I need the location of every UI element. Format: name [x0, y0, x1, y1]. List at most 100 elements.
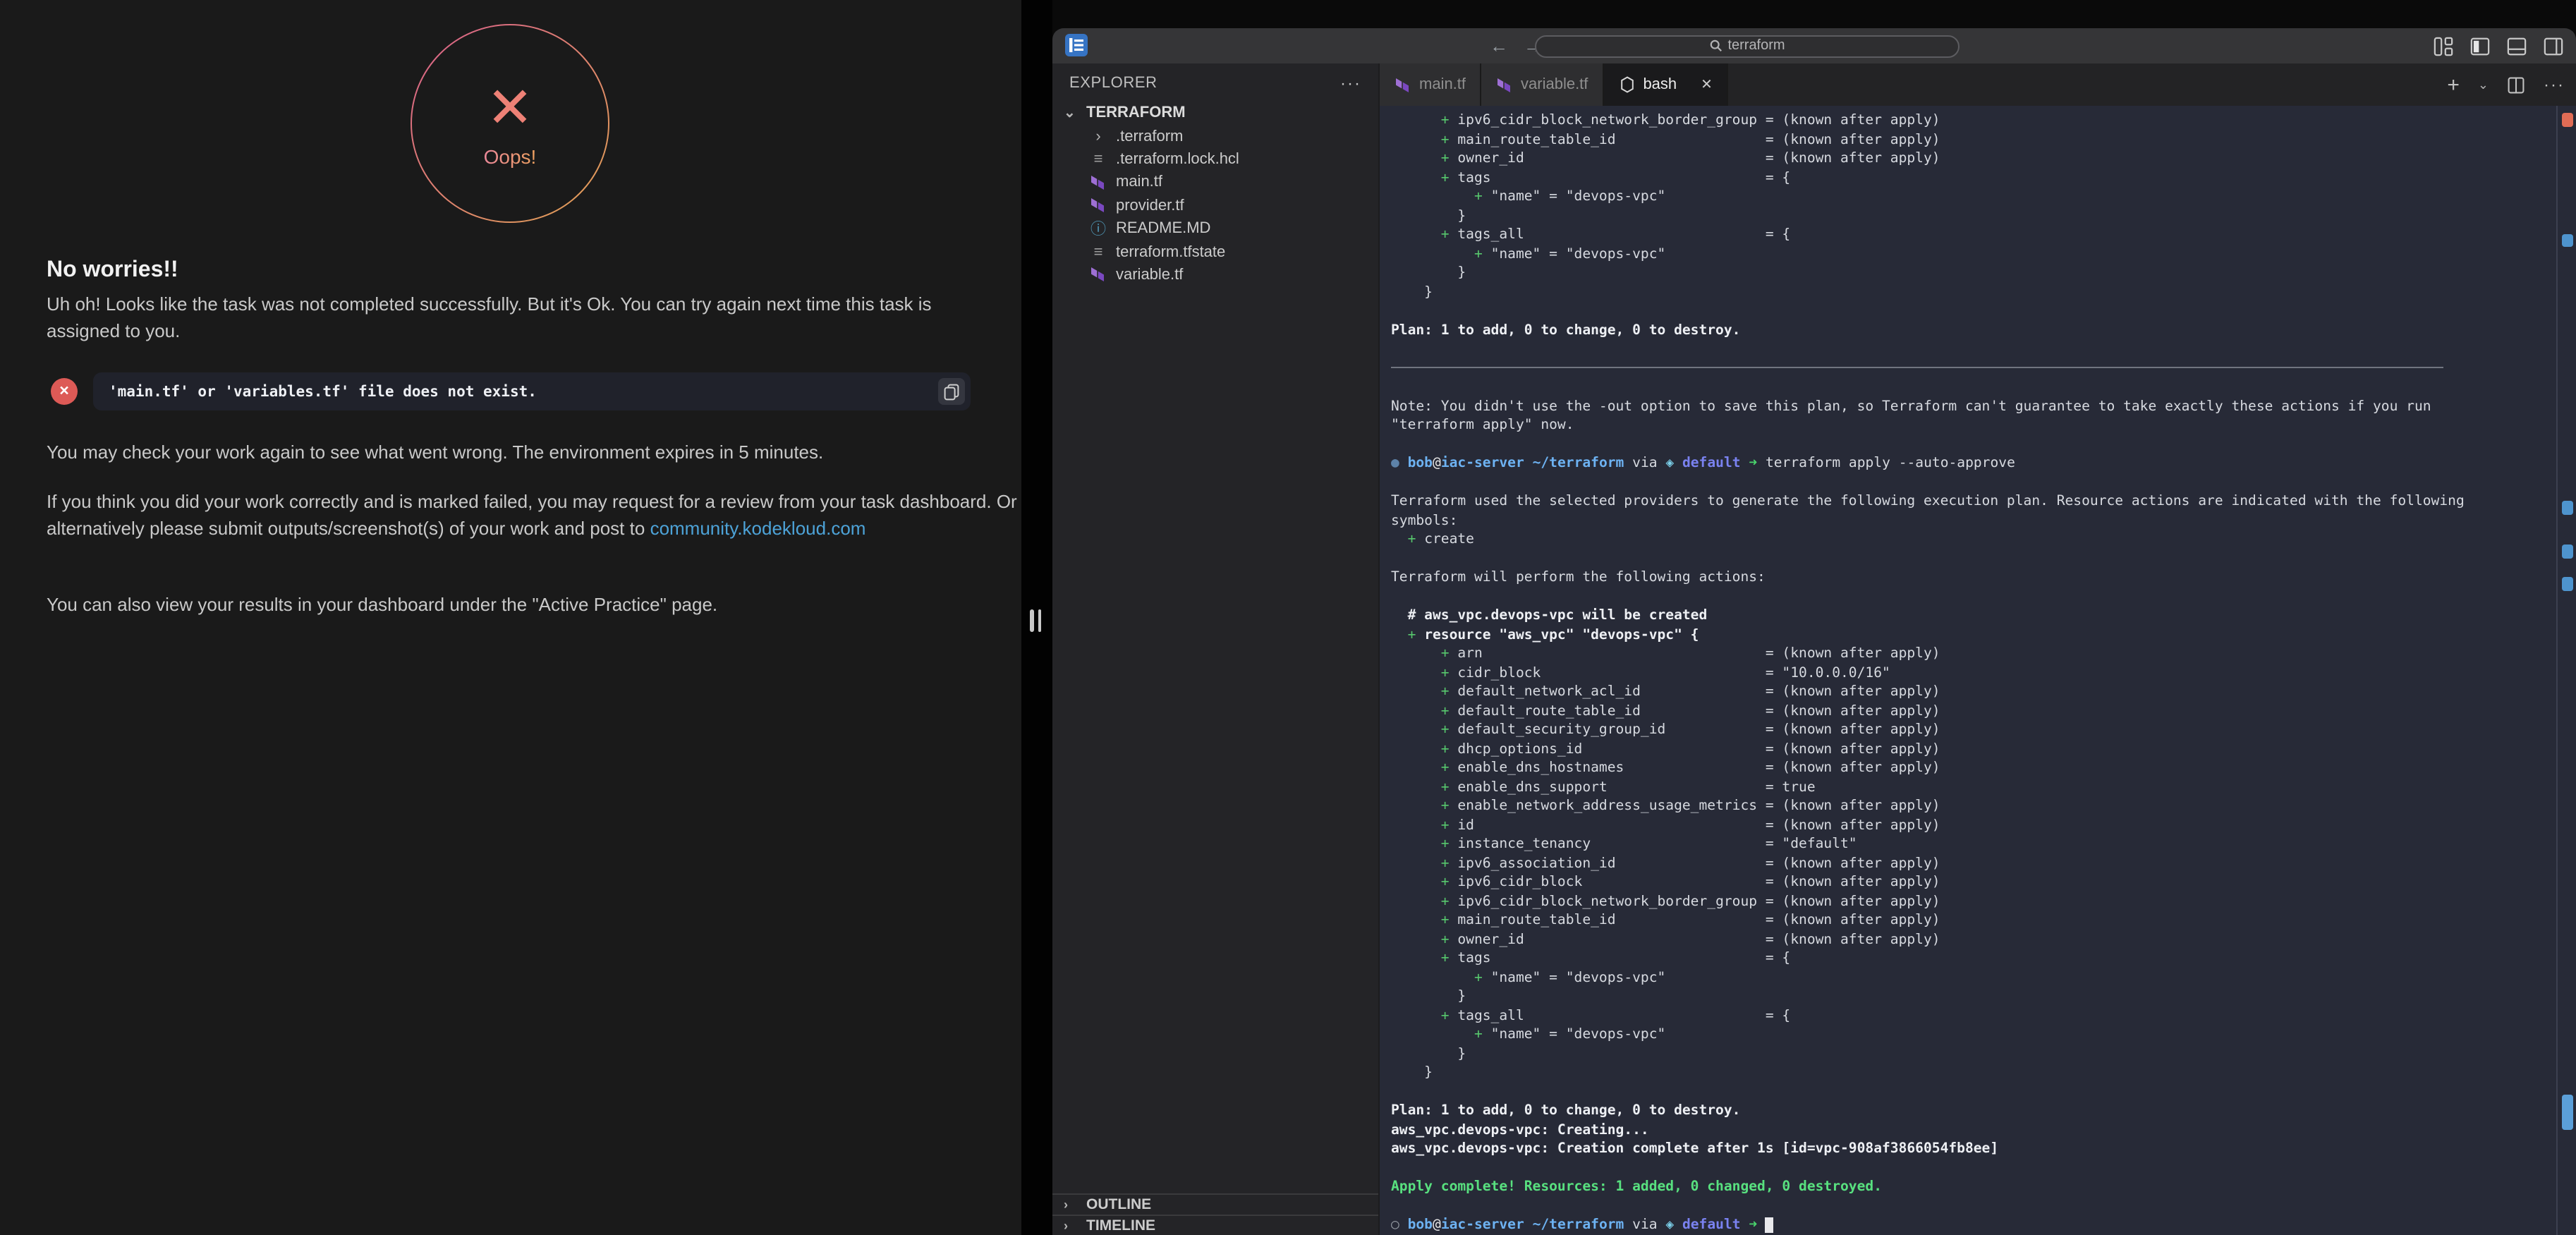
results-text: You can also view your results in your d…: [47, 591, 1020, 618]
terminal-panel[interactable]: + ipv6_cidr_block_network_border_group =…: [1380, 106, 2576, 1235]
explorer-more-icon[interactable]: ···: [1340, 73, 1361, 92]
scrollbar-mark: [2562, 577, 2573, 591]
terminal-line: }: [1391, 987, 2551, 1006]
toggle-panel-bottom-icon[interactable]: [2507, 36, 2527, 56]
search-value: terraform: [1727, 38, 1785, 54]
file-icon: ≡: [1089, 151, 1107, 168]
toggle-sidebar-left-icon[interactable]: [2470, 36, 2490, 56]
terraform-file-icon: [1089, 174, 1107, 192]
terminal-line: aws_vpc.devops-vpc: Creating...: [1391, 1121, 2551, 1140]
terminal-line: + "name" = "devops-vpc": [1391, 245, 2551, 264]
more-actions-icon[interactable]: ···: [2544, 75, 2565, 95]
explorer-item-.terraform.lock.hcl[interactable]: ≡ .terraform.lock.hcl: [1052, 148, 1378, 171]
terminal-line: [1391, 549, 2551, 568]
terminal-line: symbols:: [1391, 511, 2551, 530]
scrollbar-mark: [2562, 113, 2573, 127]
tab-label: main.tf: [1419, 76, 1466, 93]
explorer-item-README.MD[interactable]: ⓘREADME.MD: [1052, 217, 1378, 241]
file-label: provider.tf: [1116, 197, 1184, 214]
terminal-line: + owner_id = (known after apply): [1391, 150, 2551, 169]
terminal-line: [1391, 340, 2551, 359]
terminal-line: + arn = (known after apply): [1391, 645, 2551, 664]
terminal-line: + main_route_table_id = (known after app…: [1391, 911, 2551, 930]
terminal-line: [1391, 1159, 2551, 1178]
tab-bash[interactable]: bash ✕: [1603, 63, 1728, 106]
back-icon[interactable]: ←: [1490, 35, 1508, 56]
page-title: No worries!!: [47, 258, 178, 284]
file-label: main.tf: [1116, 174, 1162, 191]
file-label: terraform.tfstate: [1116, 243, 1225, 260]
terminal-line: ● bob@iac-server ~/terraform via ◈ defau…: [1391, 454, 2551, 473]
tree-root-terraform[interactable]: ⌄ TERRAFORM: [1052, 102, 1378, 125]
terminal-line: + tags_all = {: [1391, 1006, 2551, 1026]
terminal-tab-actions: + ⌄ ···: [2447, 63, 2565, 106]
sidebar-section-timeline[interactable]: › TIMELINE: [1052, 1215, 1378, 1235]
terminal-line: }: [1391, 264, 2551, 283]
terminal-line: [1391, 359, 2551, 378]
terminal-line: }: [1391, 283, 2551, 302]
explorer-item-variable.tf[interactable]: variable.tf: [1052, 263, 1378, 286]
oops-circle: ✕ Oops!: [411, 24, 609, 223]
toggle-sidebar-right-icon[interactable]: [2544, 36, 2563, 56]
workbench: EXPLORER ··· ⌄ TERRAFORM ›.terraform≡.te…: [1052, 63, 2576, 1235]
file-tree: ⌄ TERRAFORM ›.terraform ≡ .terraform.lock.…: [1052, 102, 1378, 286]
panel-resize-handle[interactable]: [1030, 609, 1041, 632]
terminal-line: [1391, 588, 2551, 607]
terminal-line: + id = (known after apply): [1391, 816, 2551, 835]
app-menu-icon[interactable]: [1065, 34, 1088, 56]
split-editor-icon[interactable]: [2507, 75, 2525, 94]
terminal-line: [1391, 378, 2551, 397]
tab-label: bash: [1643, 76, 1677, 93]
terminal-line: Terraform used the selected providers to…: [1391, 492, 2551, 511]
scrollbar-mark: [2562, 501, 2573, 515]
new-terminal-icon[interactable]: +: [2447, 73, 2460, 97]
screen: ✕ Oops! No worries!! Uh oh! Looks like t…: [0, 0, 2576, 1235]
task-result-panel: ✕ Oops! No worries!! Uh oh! Looks like t…: [0, 0, 1021, 1235]
terminal-line: + owner_id = (known after apply): [1391, 930, 2551, 949]
sidebar-section-outline[interactable]: › OUTLINE: [1052, 1193, 1378, 1215]
explorer-sidebar: EXPLORER ··· ⌄ TERRAFORM ›.terraform≡.te…: [1052, 63, 1380, 1235]
file-label: .terraform.lock.hcl: [1116, 151, 1239, 168]
review-text: If you think you did your work correctly…: [47, 488, 1017, 542]
explorer-item-main.tf[interactable]: main.tf: [1052, 171, 1378, 194]
explorer-item-provider.tf[interactable]: provider.tf: [1052, 194, 1378, 217]
vscode-window: ← → terraform: [1052, 28, 2576, 1235]
terminal-scrollbar[interactable]: [2556, 106, 2576, 1235]
terminal-line: [1391, 302, 2551, 321]
failure-x-icon: ✕: [486, 80, 533, 136]
terminal-line: + ipv6_association_id = (known after app…: [1391, 854, 2551, 873]
terminal-line: aws_vpc.devops-vpc: Creation complete af…: [1391, 1140, 2551, 1159]
terminal-line: + default_route_table_id = (known after …: [1391, 702, 2551, 721]
intro-text: Uh oh! Looks like the task was not compl…: [47, 291, 999, 344]
bash-icon: [1617, 76, 1636, 93]
sidebar-bottom-sections: › OUTLINE › TIMELINE: [1052, 1193, 1378, 1235]
terminal-line: + "name" = "devops-vpc": [1391, 968, 2551, 987]
terminal-dropdown-icon[interactable]: ⌄: [2478, 77, 2489, 92]
tab-variable.tf[interactable]: variable.tf: [1481, 63, 1603, 106]
terraform-file-icon: [1089, 266, 1107, 284]
terminal-line: # aws_vpc.devops-vpc will be created: [1391, 607, 2551, 626]
tab-main.tf[interactable]: main.tf: [1380, 63, 1481, 106]
terminal-line: }: [1391, 207, 2551, 226]
tab-label: variable.tf: [1521, 76, 1588, 93]
terminal-line: + default_security_group_id = (known aft…: [1391, 721, 2551, 740]
explorer-item-.terraform[interactable]: ›.terraform: [1052, 125, 1378, 148]
command-center-search[interactable]: terraform: [1535, 35, 1960, 57]
terminal-line: ○ bob@iac-server ~/terraform via ◈ defau…: [1391, 1216, 2551, 1235]
terminal-line: + "name" = "devops-vpc": [1391, 1026, 2551, 1045]
explorer-item-terraform.tfstate[interactable]: ≡terraform.tfstate: [1052, 241, 1378, 264]
community-link[interactable]: community.kodekloud.com: [650, 518, 866, 539]
terminal-line: + ipv6_cidr_block = (known after apply): [1391, 873, 2551, 892]
terminal-line: + "name" = "devops-vpc": [1391, 188, 2551, 207]
close-icon[interactable]: ✕: [1701, 77, 1713, 92]
copy-button[interactable]: [938, 378, 965, 405]
editor-tabbar: main.tf variable.tf bash ✕ + ⌄ ···: [1380, 63, 2576, 106]
copy-icon: [944, 383, 959, 400]
readme-info-icon: ⓘ: [1089, 217, 1107, 240]
terraform-file-icon: [1495, 75, 1514, 94]
search-icon: [1709, 39, 1722, 52]
terminal-line: + ipv6_cidr_block_network_border_group =…: [1391, 111, 2551, 130]
check-text: You may check your work again to see wha…: [47, 439, 1020, 466]
panel-divider: [1021, 0, 1052, 1235]
customize-layout-icon[interactable]: [2434, 36, 2453, 56]
